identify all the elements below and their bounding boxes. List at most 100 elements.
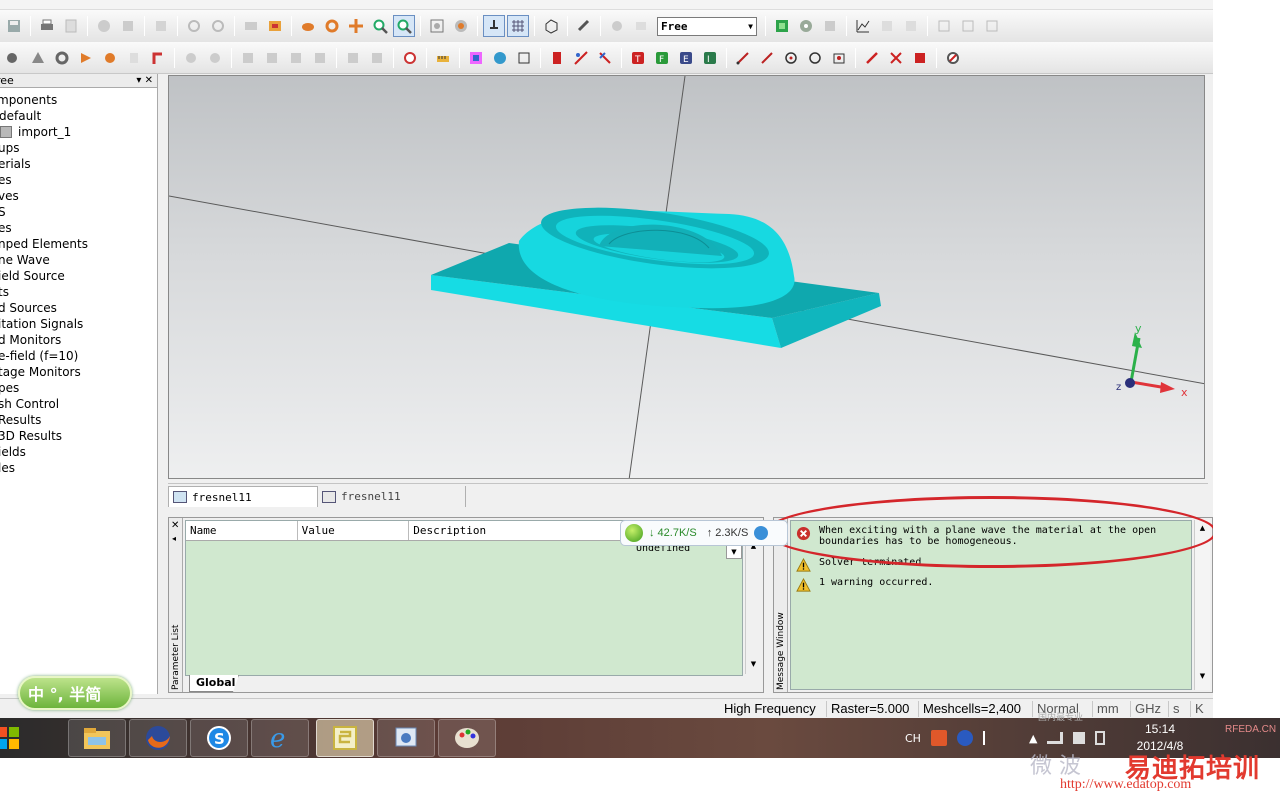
taskbar-cst-studio[interactable] [316, 719, 374, 757]
taskbar-paint[interactable] [438, 719, 496, 757]
scroll-down-icon[interactable]: ▼ [746, 660, 761, 668]
transform-icon[interactable] [606, 15, 628, 37]
tree-item-anchors[interactable]: es [0, 220, 157, 236]
tree-item-field-monitors[interactable]: d Monitors [0, 332, 157, 348]
volume-icon[interactable] [1073, 732, 1086, 744]
pick-icon[interactable] [483, 15, 505, 37]
port-icon[interactable] [546, 47, 568, 69]
pan-icon[interactable] [345, 15, 367, 37]
tab-3d-view[interactable]: fresnel11 [168, 486, 318, 507]
sogou-tray-icon[interactable] [930, 730, 947, 746]
spin-view-icon[interactable] [321, 15, 343, 37]
mesh-grid-icon[interactable] [819, 15, 841, 37]
boolean-subtract-icon[interactable] [204, 47, 226, 69]
message-error[interactable]: When exciting with a plane wave the mate… [795, 525, 1179, 547]
solver-transient-icon[interactable]: T [627, 47, 649, 69]
redo-icon[interactable] [207, 15, 229, 37]
resize-3-icon[interactable] [981, 15, 1003, 37]
measure-icon[interactable] [942, 47, 964, 69]
loft-icon[interactable] [123, 47, 145, 69]
circle-point-icon[interactable] [780, 47, 802, 69]
macro-icon[interactable] [240, 15, 262, 37]
rotate-view-icon[interactable] [297, 15, 319, 37]
units-icon[interactable] [432, 47, 454, 69]
taskbar-explorer[interactable] [68, 719, 126, 757]
help-icon[interactable] [956, 730, 973, 746]
tab-schematic-view[interactable]: fresnel11 [318, 486, 466, 507]
tree-item-farfield-source[interactable]: ield Source [0, 268, 157, 284]
tree-item-plane-wave[interactable]: ne Wave [0, 252, 157, 268]
power-icon[interactable] [1095, 731, 1106, 745]
align-wcs-icon[interactable] [573, 15, 595, 37]
pin-icon[interactable]: ◂ [172, 534, 176, 543]
working-plane-icon[interactable] [507, 15, 529, 37]
print-icon[interactable] [36, 15, 58, 37]
probe-icon[interactable] [594, 47, 616, 69]
message-warning[interactable]: Solver terminated [795, 557, 921, 573]
info-icon[interactable] [93, 15, 115, 37]
3d-viewport[interactable]: y x z [168, 75, 1205, 479]
taskbar-firefox[interactable] [129, 719, 187, 757]
column-header-name[interactable]: Name [186, 521, 298, 540]
boolean-intersect-icon[interactable] [237, 47, 259, 69]
plane-wave-icon[interactable] [570, 47, 592, 69]
trim-curve-icon[interactable] [885, 47, 907, 69]
undo-icon[interactable] [183, 15, 205, 37]
tree-panel-controls[interactable]: ▾ ✕ [136, 75, 153, 86]
tree-item-components[interactable]: mponents [0, 92, 157, 108]
solver-frequency-icon[interactable]: F [651, 47, 673, 69]
tree-item-curves[interactable]: ves [0, 188, 157, 204]
rectangle-icon[interactable] [909, 47, 931, 69]
history-list-icon[interactable] [399, 47, 421, 69]
export-2-icon[interactable] [900, 15, 922, 37]
zoom-window-icon[interactable] [393, 15, 415, 37]
symmetry-icon[interactable] [513, 47, 535, 69]
tree-item-2d-3d-results[interactable]: 3D Results [0, 428, 157, 444]
wcs-icon[interactable] [540, 15, 562, 37]
ime-language-bar[interactable]: 中 °, 半简 [18, 676, 132, 710]
scroll-up-icon[interactable]: ▲ [1195, 524, 1210, 532]
tray-language[interactable]: CH [905, 732, 921, 745]
message-list[interactable]: When exciting with a plane wave the mate… [790, 520, 1192, 690]
close-icon[interactable]: ✕ [171, 520, 179, 531]
tree-item-probes[interactable]: pes [0, 380, 157, 396]
boundary-icon[interactable] [489, 47, 511, 69]
tree-item-tables[interactable]: les [0, 460, 157, 476]
taskbar-ie[interactable]: e [251, 719, 309, 757]
zoom-icon[interactable] [369, 15, 391, 37]
mirror-icon[interactable] [630, 15, 652, 37]
tree-item-1d-results[interactable]: Results [0, 412, 157, 428]
plot-1d-icon[interactable] [852, 15, 874, 37]
history-icon[interactable] [117, 15, 139, 37]
tree-item-faces[interactable]: es [0, 172, 157, 188]
resize-icon[interactable] [933, 15, 955, 37]
tree-item-farfields[interactable]: ields [0, 444, 157, 460]
copy-icon[interactable] [150, 15, 172, 37]
tree-item-mesh-control[interactable]: sh Control [0, 396, 157, 412]
polyline-icon[interactable] [756, 47, 778, 69]
extrude-icon[interactable] [75, 47, 97, 69]
start-button[interactable] [0, 719, 30, 757]
tab-global[interactable]: Global [189, 675, 239, 692]
message-scrollbar[interactable]: ▲ ▼ [1194, 520, 1210, 690]
mesh-settings-icon[interactable] [795, 15, 817, 37]
boolean-insert-icon[interactable] [261, 47, 283, 69]
scroll-down-icon[interactable]: ▼ [1195, 672, 1210, 680]
tree-item-materials[interactable]: erials [0, 156, 157, 172]
tree-item-ports[interactable]: ts [0, 284, 157, 300]
pick-point-icon[interactable] [285, 47, 307, 69]
mesh-view-icon[interactable] [771, 15, 793, 37]
network-icon[interactable] [1047, 732, 1064, 744]
export-icon[interactable] [876, 15, 898, 37]
chamfer-icon[interactable] [366, 47, 388, 69]
resize-2-icon[interactable] [957, 15, 979, 37]
rotate-icon[interactable] [99, 47, 121, 69]
show-hidden-icons[interactable]: ▲ [1029, 732, 1037, 745]
blend-icon[interactable] [342, 47, 364, 69]
save-icon[interactable] [3, 15, 25, 37]
tree-item-excitation-signals[interactable]: itation Signals [0, 316, 157, 332]
tree-item-wcs[interactable]: S [0, 204, 157, 220]
pick-edge-icon[interactable] [309, 47, 331, 69]
bend-icon[interactable] [147, 47, 169, 69]
taskbar-clock[interactable]: 15:14 2012/4/8 [1125, 721, 1195, 755]
